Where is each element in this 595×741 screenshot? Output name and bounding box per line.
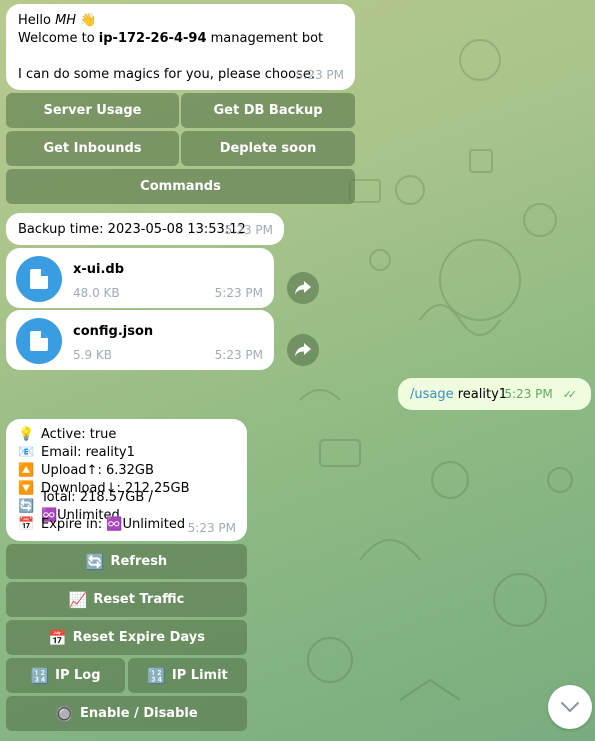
message-time: 5:23 PM — [214, 286, 263, 300]
deplete-soon-label: Deplete soon — [219, 141, 317, 156]
numbers-icon: 🔢 — [147, 666, 166, 685]
greeting-welcome-line: Welcome to ip-172-26-4-94 management bot — [18, 30, 343, 48]
file-name: x-ui.db — [73, 262, 125, 277]
ip-limit-label: IP Limit — [171, 668, 228, 683]
ip-log-label: IP Log — [55, 668, 101, 683]
read-check-icon: ✓✓ — [562, 388, 578, 401]
email-icon: 📧 — [18, 445, 35, 460]
welcome-prefix: Welcome to — [18, 31, 99, 46]
enable-disable-button[interactable]: 🔘 Enable / Disable — [6, 696, 247, 731]
message-time: 5:23 PM — [214, 348, 263, 362]
reset-expire-days-button[interactable]: 📅 Reset Expire Days — [6, 620, 247, 655]
calendar-icon: 📅 — [18, 517, 35, 532]
hello-prefix: Hello — [18, 13, 56, 28]
reset-traffic-button[interactable]: 📈 Reset Traffic — [6, 582, 247, 617]
document-icon[interactable] — [16, 318, 62, 364]
command-argument: reality1 — [453, 387, 508, 402]
time-text: 5:23 PM — [504, 387, 553, 401]
download-icon: 🔽 — [18, 481, 35, 496]
usage-message: 💡 Active: true 📧 Email: reality1 🔼 Upload↑:… — [6, 419, 247, 541]
usage-line-email: 📧 Email: reality1 — [18, 444, 235, 462]
ip-log-button[interactable]: 🔢 IP Log — [6, 658, 125, 693]
get-inbounds-label: Get Inbounds — [43, 141, 142, 156]
usage-text: Upload↑: 6.32GB — [41, 463, 154, 478]
message-time: 5:23 PM — [224, 223, 273, 237]
greeting-prompt-line: I can do some magics for you, please cho… — [18, 66, 343, 84]
refresh-button[interactable]: 🔄 Refresh — [6, 544, 247, 579]
message-time: 5:23 PM — [187, 521, 236, 535]
welcome-suffix: management bot — [206, 31, 324, 46]
bulb-icon: 💡 — [18, 427, 35, 442]
usage-text: Active: true — [41, 427, 117, 442]
file-name: config.json — [73, 324, 154, 339]
commands-button[interactable]: Commands — [6, 169, 355, 204]
reset-traffic-label: Reset Traffic — [93, 592, 185, 607]
host-name: ip-172-26-4-94 — [98, 31, 207, 46]
usage-text: Email: reality1 — [41, 445, 135, 460]
greeting-message: Hello MH 👋 Welcome to ip-172-26-4-94 man… — [6, 4, 355, 90]
upload-icon: 🔼 — [18, 463, 35, 478]
file-message-config-json[interactable]: config.json 5.9 KB 5:23 PM — [6, 310, 274, 370]
forward-button[interactable] — [287, 334, 319, 366]
reset-expire-days-label: Reset Expire Days — [72, 630, 205, 645]
usage-text: Expire in: ♾️Unlimited — [41, 517, 186, 532]
server-usage-button[interactable]: Server Usage — [6, 93, 179, 128]
file-size: 48.0 KB — [73, 286, 120, 300]
outgoing-message: /usage reality1 5:23 PM ✓✓ — [398, 378, 591, 410]
chart-icon: 📈 — [68, 590, 88, 609]
get-inbounds-button[interactable]: Get Inbounds — [6, 131, 179, 166]
enable-disable-label: Enable / Disable — [80, 706, 198, 721]
hello-name: MH — [55, 13, 77, 28]
server-usage-label: Server Usage — [43, 103, 142, 118]
share-icon — [295, 343, 311, 357]
cycle-icon: 🔄 — [18, 499, 35, 514]
usage-line-total: 🔄 Total: 218.57GB / ♾️Unlimited — [18, 490, 235, 523]
ip-limit-button[interactable]: 🔢 IP Limit — [128, 658, 247, 693]
greeting-prompt: I can do some magics for you, please cho… — [18, 67, 316, 82]
get-db-backup-label: Get DB Backup — [213, 103, 323, 118]
chevron-down-icon — [561, 702, 579, 713]
usage-line-active: 💡 Active: true — [18, 426, 235, 444]
radio-button-icon: 🔘 — [55, 704, 75, 723]
refresh-icon: 🔄 — [85, 552, 105, 571]
message-time: 5:23 PM — [295, 68, 344, 82]
file-size: 5.9 KB — [73, 348, 112, 362]
file-message-xui-db[interactable]: x-ui.db 48.0 KB 5:23 PM — [6, 248, 274, 308]
backup-time-message: Backup time: 2023-05-08 13:53:12 5:23 PM — [6, 213, 284, 245]
wave-icon: 👋 — [80, 13, 97, 28]
forward-button[interactable] — [287, 272, 319, 304]
greeting-hello-line: Hello MH 👋 — [18, 12, 343, 30]
backup-time-text: Backup time: 2023-05-08 13:53:12 — [18, 222, 246, 237]
usage-line-upload: 🔼 Upload↑: 6.32GB — [18, 462, 235, 480]
document-icon[interactable] — [16, 256, 62, 302]
calendar-icon: 📅 — [48, 628, 67, 647]
numbers-icon: 🔢 — [30, 666, 50, 685]
get-db-backup-button[interactable]: Get DB Backup — [181, 93, 355, 128]
scroll-down-button[interactable] — [548, 685, 592, 729]
command-link[interactable]: /usage — [410, 387, 454, 402]
deplete-soon-button[interactable]: Deplete soon — [181, 131, 355, 166]
commands-label: Commands — [140, 179, 221, 194]
share-icon — [295, 281, 311, 295]
outgoing-time: 5:23 PM ✓✓ — [504, 385, 578, 404]
refresh-label: Refresh — [110, 554, 168, 569]
